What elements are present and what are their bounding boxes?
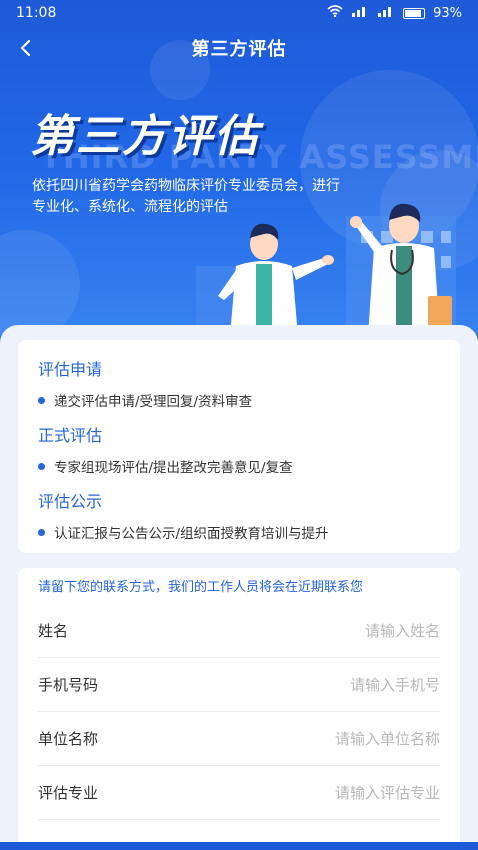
process-card: 评估申请 递交评估申请/受理回复/资料审查 正式评估 专家组现场评估/提出整改完… bbox=[18, 340, 460, 553]
specialty-input[interactable] bbox=[240, 783, 440, 802]
section-item: 认证汇报与公告公示/组织面授教育培训与提升 bbox=[38, 522, 440, 542]
section-item: 递交评估申请/受理回复/资料审查 bbox=[38, 390, 440, 410]
page-title: 第三方评估 bbox=[191, 39, 287, 60]
field-label: 单位名称 bbox=[38, 730, 99, 748]
bullet-icon bbox=[38, 462, 45, 470]
back-button[interactable] bbox=[10, 32, 42, 64]
form-row-name: 姓名 bbox=[38, 604, 440, 658]
signal-icon bbox=[351, 5, 369, 21]
bullet-icon bbox=[38, 396, 45, 404]
chevron-left-icon bbox=[20, 39, 31, 57]
field-label: 评估专业 bbox=[38, 784, 99, 802]
form-row-organization: 单位名称 bbox=[38, 712, 440, 766]
section-item-text: 专家组现场评估/提出整改完善意见/复查 bbox=[54, 460, 293, 476]
battery-icon bbox=[403, 7, 426, 19]
status-time: 11:08 bbox=[16, 5, 57, 21]
form-row-phone: 手机号码 bbox=[38, 658, 440, 712]
name-input[interactable] bbox=[240, 621, 440, 640]
section-item-text: 递交评估申请/受理回复/资料审查 bbox=[54, 394, 253, 410]
section-title: 评估申请 bbox=[38, 360, 103, 379]
form-hint: 请留下您的联系方式，我们的工作人员将会在近期联系您 bbox=[38, 580, 364, 595]
section-item: 专家组现场评估/提出整改完善意见/复查 bbox=[38, 456, 440, 476]
top-nav: 第三方评估 bbox=[0, 26, 478, 70]
status-bar: 11:08 93% bbox=[0, 0, 478, 26]
bottom-bar bbox=[0, 842, 478, 850]
battery-percent: 93% bbox=[433, 5, 462, 21]
field-label: 姓名 bbox=[38, 622, 69, 640]
organization-input[interactable] bbox=[240, 729, 440, 748]
hero-title: 第三方评估 bbox=[30, 111, 260, 162]
phone-input[interactable] bbox=[240, 675, 440, 694]
section-title: 评估公示 bbox=[38, 492, 103, 511]
signal-icon bbox=[377, 5, 395, 21]
section-item-text: 认证汇报与公告公示/组织面授教育培训与提升 bbox=[54, 526, 329, 542]
section-title: 正式评估 bbox=[38, 426, 103, 445]
doctors-illustration bbox=[196, 203, 456, 336]
field-label: 手机号码 bbox=[38, 676, 99, 694]
bullet-icon bbox=[38, 528, 45, 536]
form-row-specialty: 评估专业 bbox=[38, 766, 440, 820]
wifi-icon bbox=[327, 5, 343, 21]
contact-form-card: 请留下您的联系方式，我们的工作人员将会在近期联系您 姓名 手机号码 单位名称 评… bbox=[18, 568, 460, 850]
